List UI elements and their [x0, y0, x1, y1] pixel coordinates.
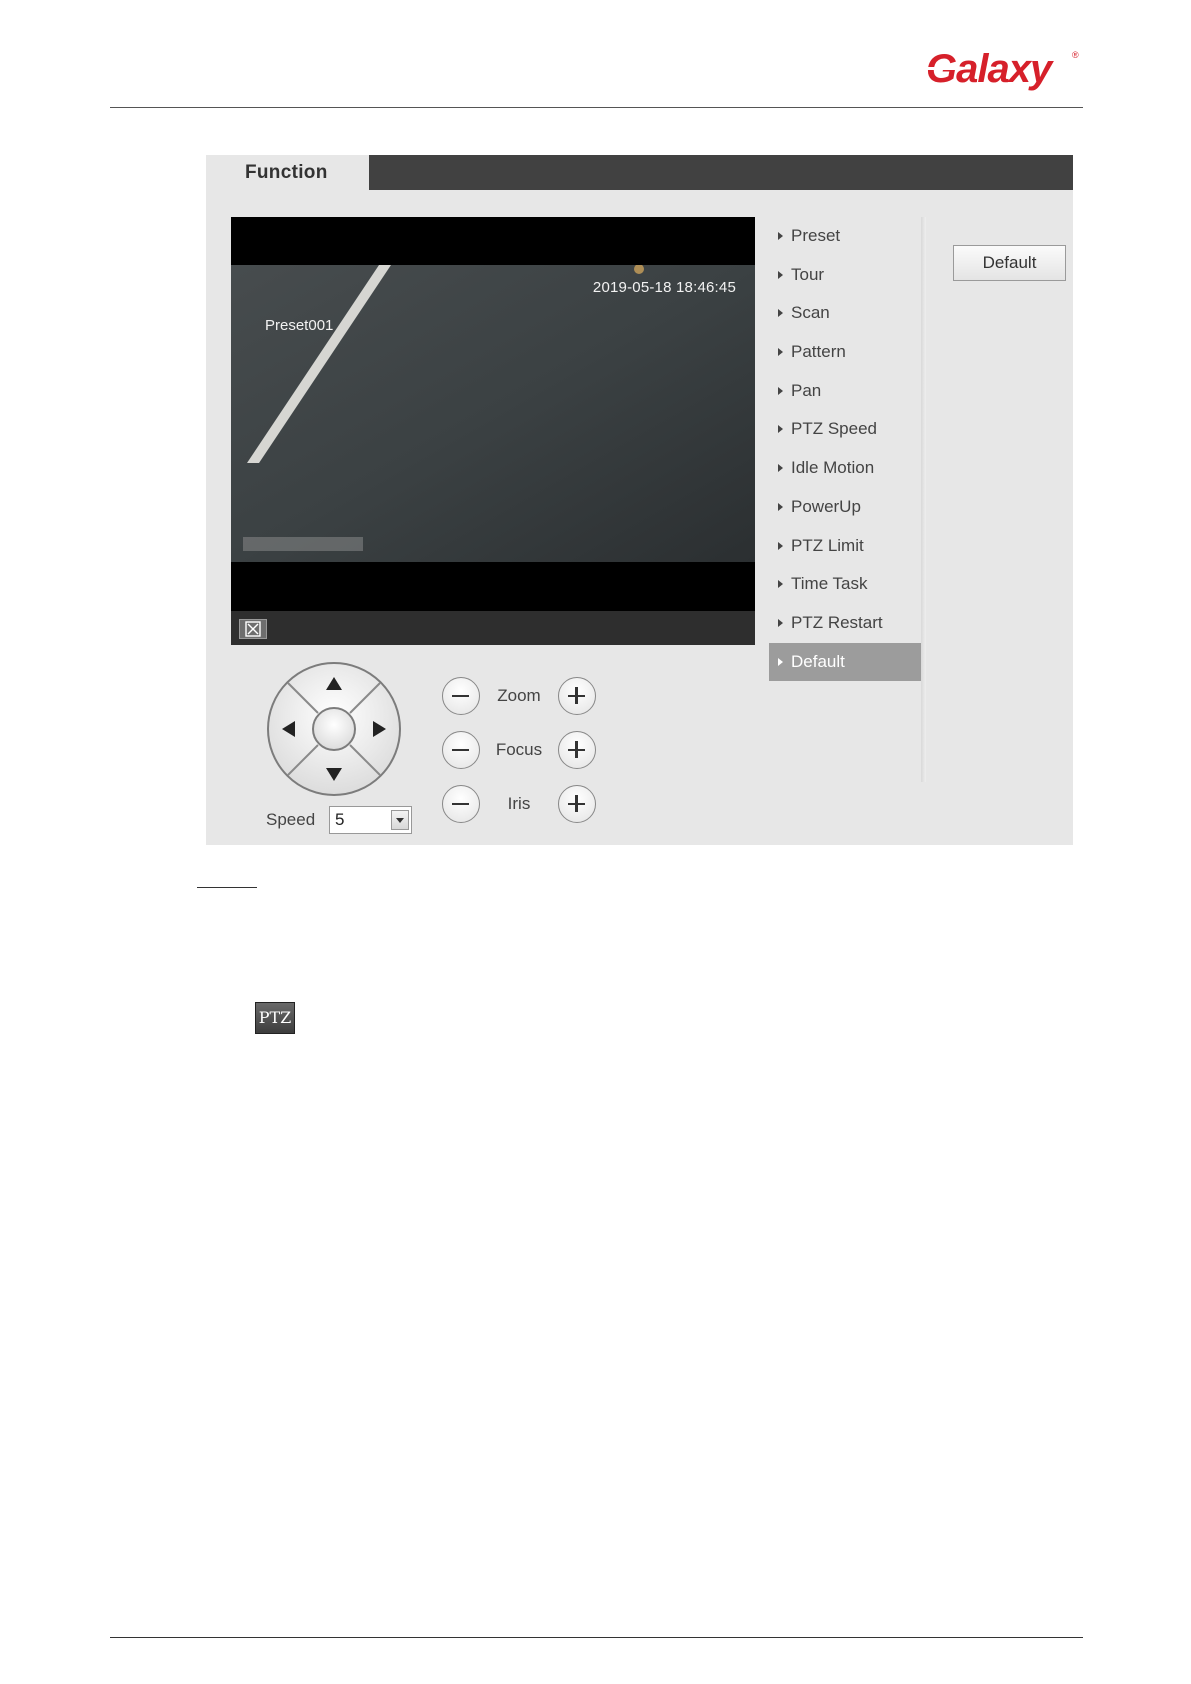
menu-item-ptz-restart[interactable]: PTZ Restart: [769, 604, 921, 643]
zoom-out-button[interactable]: [442, 677, 480, 715]
focus-label: Focus: [495, 740, 543, 759]
menu-item-pattern[interactable]: Pattern: [769, 333, 921, 372]
header-rule: [110, 107, 1083, 108]
menu-item-time-task[interactable]: Time Task: [769, 565, 921, 604]
video-preset-label: Preset001: [265, 317, 334, 334]
live-video-view: 2019-05-18 18:46:45 Preset001: [231, 217, 755, 645]
caret-right-icon: [778, 657, 783, 666]
speed-value: 5: [335, 810, 345, 829]
speed-select[interactable]: 5: [329, 806, 412, 834]
menu-item-idle-motion[interactable]: Idle Motion: [769, 449, 921, 488]
iris-open-button[interactable]: [558, 785, 596, 823]
caret-right-icon: [778, 618, 783, 627]
default-button[interactable]: Default: [953, 245, 1066, 281]
video-toolbar: [231, 611, 755, 645]
camera-image: [231, 265, 755, 562]
ptz-icon: PTZ: [255, 1002, 295, 1034]
minus-icon: [452, 694, 469, 697]
caret-right-icon: [778, 232, 783, 240]
ptz-function-panel: Function 2019-05-18 18:46:45 Preset001 P…: [206, 155, 1073, 845]
focus-control: Focus: [442, 731, 622, 771]
fullscreen-button[interactable]: [239, 619, 267, 639]
menu-item-powerup[interactable]: PowerUp: [769, 488, 921, 527]
minus-icon: [452, 802, 469, 805]
menu-divider: [921, 217, 926, 782]
menu-item-preset[interactable]: Preset: [769, 217, 921, 256]
brand-logo: Galaxy ®: [926, 47, 1079, 91]
focus-near-button[interactable]: [442, 731, 480, 769]
zoom-in-button[interactable]: [558, 677, 596, 715]
menu-item-pan[interactable]: Pan: [769, 372, 921, 411]
iris-control: Iris: [442, 785, 622, 825]
menu-item-tour[interactable]: Tour: [769, 256, 921, 295]
ptz-direction-pad[interactable]: [266, 661, 402, 797]
iris-label: Iris: [507, 794, 531, 813]
focus-far-button[interactable]: [558, 731, 596, 769]
minus-icon: [452, 748, 469, 751]
ptz-function-menu: Preset Tour Scan Pattern Pan PTZ Speed I…: [769, 217, 921, 682]
menu-item-ptz-limit[interactable]: PTZ Limit: [769, 527, 921, 566]
menu-item-scan[interactable]: Scan: [769, 294, 921, 333]
menu-item-ptz-speed[interactable]: PTZ Speed: [769, 410, 921, 449]
video-timestamp: 2019-05-18 18:46:45: [592, 279, 736, 296]
caret-right-icon: [778, 464, 783, 473]
caret-right-icon: [778, 309, 783, 318]
zoom-control: Zoom: [442, 677, 622, 717]
pad-center-button: [312, 707, 356, 751]
caret-right-icon: [778, 348, 783, 357]
fullscreen-icon: [245, 621, 261, 637]
menu-item-default[interactable]: Default: [769, 642, 921, 682]
caret-right-icon: [778, 502, 783, 511]
note-marker: [197, 868, 257, 888]
caret-right-icon: [778, 541, 783, 550]
speed-label: Speed: [266, 810, 316, 829]
zoom-label: Zoom: [497, 686, 541, 705]
caret-right-icon: [778, 425, 783, 434]
iris-close-button[interactable]: [442, 785, 480, 823]
chevron-down-icon[interactable]: [391, 810, 409, 830]
registered-mark: ®: [1072, 50, 1079, 60]
caret-right-icon: [778, 580, 783, 589]
footer-rule: [110, 1637, 1083, 1638]
caret-right-icon: [778, 386, 783, 395]
caret-right-icon: [778, 270, 783, 279]
tab-function[interactable]: Function: [206, 155, 369, 190]
